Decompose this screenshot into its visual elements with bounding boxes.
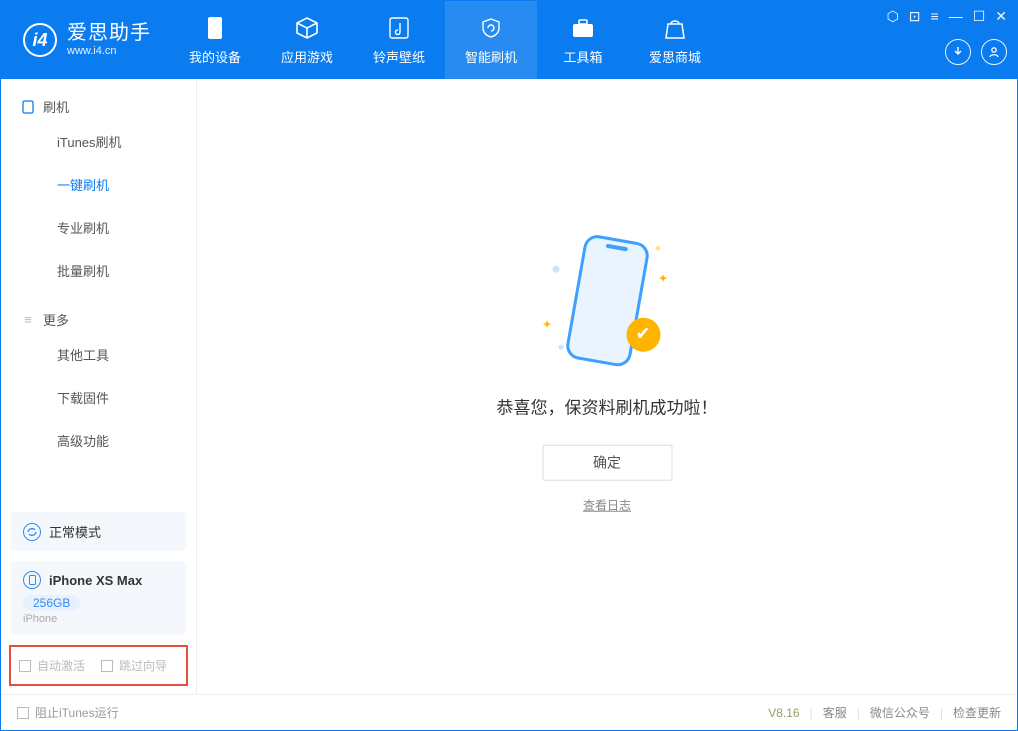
brand-title: 爱思助手 [67, 22, 151, 45]
refresh-shield-icon [478, 15, 504, 41]
tab-apps-games[interactable]: 应用游戏 [261, 1, 353, 79]
cube-icon [294, 15, 320, 41]
device-name: iPhone XS Max [49, 573, 142, 588]
section-title: 更多 [43, 310, 69, 329]
feedback-icon[interactable]: ⊡ [909, 8, 921, 25]
support-link[interactable]: 客服 [823, 704, 847, 721]
minimize-button[interactable]: ― [949, 8, 963, 24]
bag-icon [662, 15, 688, 41]
sidebar-item-download-firmware[interactable]: 下载固件 [1, 376, 196, 419]
sidebar-item-batch-flash[interactable]: 批量刷机 [1, 249, 196, 292]
window-controls: ⬡ ⊡ ≡ ― ☐ ✕ [887, 1, 1017, 79]
sidebar-item-pro-flash[interactable]: 专业刷机 [1, 206, 196, 249]
tab-label: 爱思商城 [649, 47, 701, 66]
list-icon: ≡ [21, 313, 35, 327]
nav-tabs: 我的设备 应用游戏 铃声壁纸 智能刷机 工具箱 爱思商城 [169, 1, 887, 79]
phone-icon [202, 15, 228, 41]
ok-button[interactable]: 确定 [542, 444, 672, 480]
maximize-button[interactable]: ☐ [973, 8, 986, 25]
brand: i4 爱思助手 www.i4.cn [1, 1, 169, 79]
options-highlight: 自动激活 跳过向导 [9, 645, 188, 686]
tab-label: 工具箱 [563, 47, 602, 66]
checkbox-icon [101, 660, 113, 672]
success-check-icon: ✔ [626, 317, 660, 351]
checkbox-auto-activate[interactable]: 自动激活 [19, 657, 85, 674]
sidebar-section-more: ≡ 更多 [1, 310, 196, 333]
checkbox-skip-guide[interactable]: 跳过向导 [101, 657, 167, 674]
main-content: ✦✦ ✔ 恭喜您，保资料刷机成功啦！ 确定 查看日志 [197, 79, 1017, 694]
tab-label: 铃声壁纸 [373, 47, 425, 66]
sidebar-item-oneclick-flash[interactable]: 一键刷机 [1, 163, 196, 206]
shirt-icon[interactable]: ⬡ [887, 8, 899, 25]
device-box[interactable]: iPhone XS Max 256GB iPhone [11, 561, 186, 635]
sidebar-item-other-tools[interactable]: 其他工具 [1, 333, 196, 376]
toolbox-icon [570, 15, 596, 41]
music-icon [386, 15, 412, 41]
device-type: iPhone [23, 613, 174, 625]
success-message: 恭喜您，保资料刷机成功啦！ [497, 393, 718, 418]
close-button[interactable]: ✕ [995, 8, 1007, 25]
section-title: 刷机 [43, 97, 69, 116]
footer: 阻止iTunes运行 V8.16 | 客服 | 微信公众号 | 检查更新 [1, 694, 1017, 730]
tab-ringtones-wallpapers[interactable]: 铃声壁纸 [353, 1, 445, 79]
tab-toolbox[interactable]: 工具箱 [537, 1, 629, 79]
tab-label: 应用游戏 [281, 47, 333, 66]
sidebar: 刷机 iTunes刷机 一键刷机 专业刷机 批量刷机 ≡ 更多 其他工具 下载固… [1, 79, 197, 694]
mode-label: 正常模式 [49, 522, 101, 541]
tab-label: 智能刷机 [465, 47, 517, 66]
sync-icon [23, 523, 41, 541]
brand-subtitle: www.i4.cn [67, 45, 151, 58]
sidebar-item-advanced[interactable]: 高级功能 [1, 419, 196, 462]
tab-smart-flash[interactable]: 智能刷机 [445, 1, 537, 79]
phone-small-icon [23, 571, 41, 589]
header: i4 爱思助手 www.i4.cn 我的设备 应用游戏 铃声壁纸 智能刷机 工具… [1, 1, 1017, 79]
version-label: V8.16 [768, 706, 799, 720]
wechat-link[interactable]: 微信公众号 [870, 704, 930, 721]
sidebar-item-itunes-flash[interactable]: iTunes刷机 [1, 120, 196, 163]
device-icon [21, 100, 35, 114]
checkbox-block-itunes[interactable]: 阻止iTunes运行 [17, 704, 119, 721]
brand-logo-icon: i4 [23, 23, 57, 57]
tab-my-device[interactable]: 我的设备 [169, 1, 261, 79]
user-icon[interactable] [981, 39, 1007, 65]
check-update-link[interactable]: 检查更新 [953, 704, 1001, 721]
menu-icon[interactable]: ≡ [931, 8, 939, 24]
device-storage: 256GB [23, 595, 80, 611]
download-icon[interactable] [945, 39, 971, 65]
mode-box-normal[interactable]: 正常模式 [11, 512, 186, 551]
sidebar-section-flash: 刷机 [1, 97, 196, 120]
checkbox-icon [19, 660, 31, 672]
success-illustration: ✦✦ ✔ [532, 225, 682, 375]
view-log-link[interactable]: 查看日志 [583, 496, 631, 513]
tab-store[interactable]: 爱思商城 [629, 1, 721, 79]
checkbox-icon [17, 707, 29, 719]
tab-label: 我的设备 [189, 47, 241, 66]
